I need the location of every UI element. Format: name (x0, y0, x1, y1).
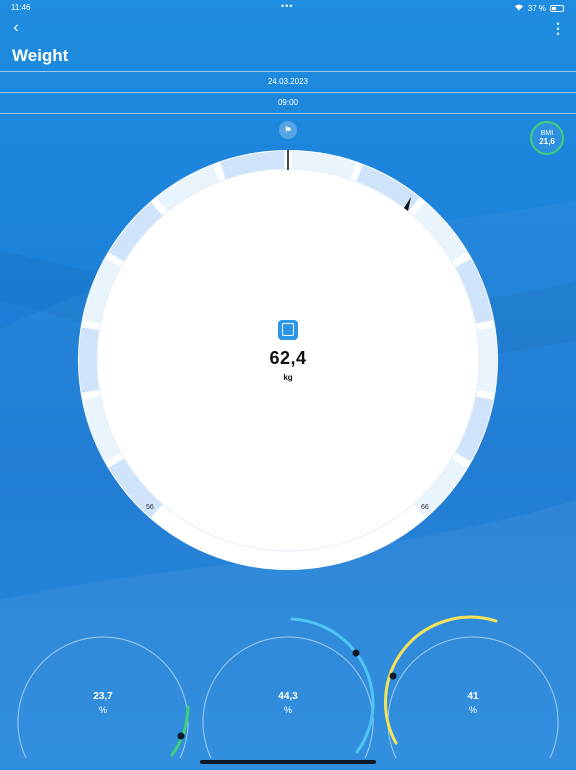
page-title: Weight (12, 46, 69, 65)
multitask-dots[interactable]: ••• (281, 1, 293, 11)
status-time: 11:46 (11, 3, 31, 12)
gauge-value: 44,3 (278, 691, 298, 702)
back-button[interactable]: ‹ (6, 18, 26, 38)
bmi-badge[interactable]: BMI 21,6 (530, 121, 564, 155)
gauge-muscle[interactable]: 41 % (384, 615, 562, 765)
more-menu-button[interactable]: ⋮ (550, 18, 566, 38)
wifi-icon (514, 3, 524, 13)
bmi-label: BMI (540, 130, 554, 137)
gauge-unit: % (283, 705, 292, 715)
gauge-dot (389, 672, 397, 680)
gauge-arc (17, 636, 190, 759)
date-field[interactable]: 24.03.2023 (0, 71, 576, 92)
flag-icon: ⚑ (283, 125, 293, 135)
status-right: 37 % (514, 3, 564, 13)
time-field[interactable]: 09:00 (0, 92, 576, 114)
scale-max-label: 66 (421, 504, 429, 511)
gauge-body-fat[interactable]: 23,7 % (14, 615, 192, 765)
weight-unit: kg (283, 373, 293, 382)
chevron-left-icon: ‹ (13, 19, 19, 36)
weight-value: 62,4 (269, 348, 307, 368)
battery-icon (550, 4, 564, 12)
scale-min-label: 56 (146, 504, 154, 511)
scale-icon (278, 320, 298, 340)
ring-segment (79, 327, 100, 393)
gauge-dot (177, 732, 185, 740)
goal-flag-button[interactable]: ⚑ (279, 121, 297, 139)
battery-label: 37 % (527, 3, 546, 13)
gauge-value: 23,7 (93, 691, 113, 702)
gauge-fill (384, 615, 498, 745)
gauge-value: 41 (467, 691, 479, 702)
gauge-unit: % (98, 705, 107, 715)
weight-readout: 62,4 kg (188, 320, 388, 382)
ring-segment (476, 327, 497, 393)
gauge-arc (384, 615, 559, 759)
gauge-dot (352, 649, 360, 657)
gauge-arc (202, 617, 375, 759)
home-indicator[interactable] (200, 760, 376, 764)
status-bar: 11:46 ••• 37 % (0, 0, 576, 14)
more-vertical-icon: ⋮ (551, 20, 565, 36)
gauge-unit: % (468, 705, 477, 715)
bmi-value: 21,6 (539, 137, 555, 146)
gauge-water[interactable]: 44,3 % (199, 615, 377, 765)
